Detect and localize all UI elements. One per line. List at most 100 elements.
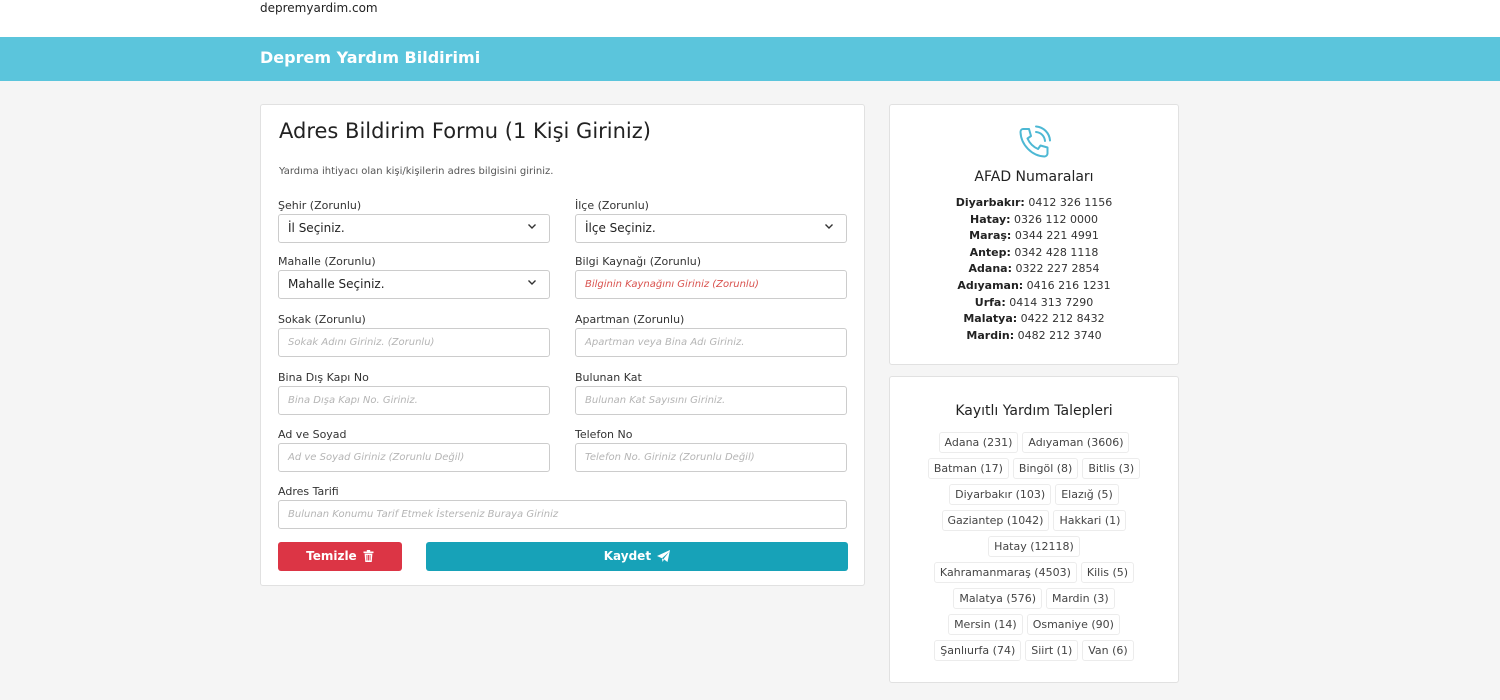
afad-phone: 0414 313 7290 — [1005, 295, 1094, 309]
neighborhood-select-value: Mahalle Seçiniz. — [288, 277, 385, 291]
phone-label: Telefon No — [575, 428, 633, 441]
help-request-chip[interactable]: Bitlis (3) — [1082, 458, 1141, 479]
afad-number-row: Urfa: 0414 313 7290 — [890, 295, 1178, 312]
street-input-placeholder: Sokak Adını Giriniz. (Zorunlu) — [288, 337, 435, 348]
help-request-chip[interactable]: Mardin (3) — [1046, 588, 1115, 609]
floor-input[interactable]: Bulunan Kat Sayısını Giriniz. — [575, 386, 847, 415]
site-name[interactable]: depremyardim.com — [260, 1, 378, 15]
help-request-chip[interactable]: Kahramanmaraş (4503) — [933, 562, 1077, 583]
help-request-chip[interactable]: Elazığ (5) — [1055, 484, 1119, 505]
floor-field: Bulunan Kat Bulunan Kat Sayısını Giriniz… — [575, 371, 847, 415]
afad-numbers-card: AFAD Numaraları Diyarbakır: 0412 326 115… — [889, 104, 1179, 365]
district-select[interactable]: İlçe Seçiniz. — [575, 214, 847, 243]
door-no-label: Bina Dış Kapı No — [278, 371, 369, 384]
chevron-down-icon — [824, 221, 834, 234]
help-requests-row: Hatay (12118) — [920, 533, 1148, 559]
neighborhood-select[interactable]: Mahalle Seçiniz. — [278, 270, 550, 299]
afad-title: AFAD Numaraları — [974, 169, 1094, 185]
district-select-value: İlçe Seçiniz. — [585, 221, 656, 235]
afad-number-row: Hatay: 0326 112 0000 — [890, 212, 1178, 229]
district-field: İlçe (Zorunlu) İlçe Seçiniz. — [575, 199, 847, 243]
trash-icon — [363, 544, 374, 573]
name-label: Ad ve Soyad — [278, 428, 347, 441]
help-request-chip[interactable]: Bingöl (8) — [1012, 458, 1079, 479]
apartment-field: Apartman (Zorunlu) Apartman veya Bina Ad… — [575, 313, 847, 357]
help-requests-row: Adana (231) Adıyaman (3606) — [920, 429, 1148, 455]
help-request-chip[interactable]: Adana (231) — [938, 432, 1019, 453]
help-request-chip[interactable]: Adıyaman (3606) — [1022, 432, 1130, 453]
city-select[interactable]: İl Seçiniz. — [278, 214, 550, 243]
clear-button-label: Temizle — [306, 549, 357, 563]
afad-city: Diyarbakır: — [955, 196, 1025, 209]
clear-button[interactable]: Temizle — [278, 542, 402, 571]
phone-input[interactable]: Telefon No. Giriniz (Zorunlu Değil) — [575, 443, 847, 472]
source-input[interactable]: Bilginin Kaynağını Giriniz (Zorunlu) — [575, 270, 847, 299]
help-request-chip[interactable]: Kilis (5) — [1080, 562, 1135, 583]
afad-city: Maraş: — [969, 229, 1012, 243]
afad-number-row: Maraş: 0344 221 4991 — [890, 228, 1178, 245]
directions-label: Adres Tarifi — [278, 485, 339, 498]
help-request-chip[interactable]: Hakkari (1) — [1053, 510, 1127, 531]
help-requests-card: Kayıtlı Yardım Talepleri Adana (231) Adıy… — [889, 376, 1179, 683]
neighborhood-label: Mahalle (Zorunlu) — [278, 255, 376, 268]
street-label: Sokak (Zorunlu) — [278, 313, 366, 326]
door-no-input[interactable]: Bina Dışa Kapı No. Giriniz. — [278, 386, 550, 415]
help-request-chip[interactable]: Batman (17) — [927, 458, 1009, 479]
apartment-input[interactable]: Apartman veya Bina Adı Giriniz. — [575, 328, 847, 357]
apartment-label: Apartman (Zorunlu) — [575, 313, 685, 326]
apartment-input-placeholder: Apartman veya Bina Adı Giriniz. — [585, 337, 745, 348]
afad-number-row: Mardin: 0482 212 3740 — [890, 328, 1178, 345]
floor-input-placeholder: Bulunan Kat Sayısını Giriniz. — [585, 395, 726, 406]
city-field: Şehir (Zorunlu) İl Seçiniz. — [278, 199, 550, 243]
help-request-chip[interactable]: Mersin (14) — [948, 614, 1023, 635]
directions-input[interactable]: Bulunan Konumu Tarif Etmek İsterseniz Bu… — [278, 500, 847, 529]
city-select-value: İl Seçiniz. — [288, 221, 345, 235]
neighborhood-field: Mahalle (Zorunlu) Mahalle Seçiniz. — [278, 255, 550, 299]
help-requests-row: Diyarbakır (103) Elazığ (5) — [920, 481, 1148, 507]
source-label: Bilgi Kaynağı (Zorunlu) — [575, 255, 702, 268]
name-input[interactable]: Ad ve Soyad Giriniz (Zorunlu Değil) — [278, 443, 550, 472]
afad-city: Adıyaman: — [957, 278, 1024, 292]
afad-phone: 0326 112 0000 — [1010, 212, 1099, 226]
afad-phone: 0344 221 4991 — [1011, 229, 1099, 243]
help-requests-list: Adana (231) Adıyaman (3606) Batman (17) Bin… — [920, 429, 1148, 663]
top-bar: depremyardim.com — [0, 0, 1500, 37]
afad-city: Antep: — [969, 245, 1011, 259]
afad-number-list: Diyarbakır: 0412 326 1156 Hatay: 0326 112… — [890, 195, 1178, 344]
help-request-chip[interactable]: Diyarbakır (103) — [949, 484, 1052, 505]
save-button-label: Kaydet — [603, 549, 652, 563]
page-header: Deprem Yardım Bildirimi — [0, 37, 1500, 81]
help-request-chip[interactable]: Siirt (1) — [1025, 640, 1079, 661]
help-requests-row: Gaziantep (1042) Hakkari (1) — [920, 507, 1148, 533]
door-no-input-placeholder: Bina Dışa Kapı No. Giriniz. — [288, 395, 418, 406]
name-input-placeholder: Ad ve Soyad Giriniz (Zorunlu Değil) — [288, 452, 465, 463]
help-request-chip[interactable]: Osmaniye (90) — [1026, 614, 1120, 635]
city-label: Şehir (Zorunlu) — [278, 199, 362, 212]
afad-phone: 0342 428 1118 — [1010, 245, 1099, 259]
afad-number-row: Diyarbakır: 0412 326 1156 — [890, 195, 1178, 212]
save-button[interactable]: Kaydet — [426, 542, 848, 571]
help-request-chip[interactable]: Şanlıurfa (74) — [934, 640, 1022, 661]
help-requests-row: Kahramanmaraş (4503) Kilis (5) — [920, 559, 1148, 585]
street-field: Sokak (Zorunlu) Sokak Adını Giriniz. (Zo… — [278, 313, 550, 357]
street-input[interactable]: Sokak Adını Giriniz. (Zorunlu) — [278, 328, 550, 357]
afad-city: Adana: — [968, 262, 1012, 276]
afad-city: Hatay: — [969, 212, 1011, 226]
help-requests-row: Batman (17) Bingöl (8) Bitlis (3) — [920, 455, 1148, 481]
phone-input-placeholder: Telefon No. Giriniz (Zorunlu Değil) — [585, 452, 755, 463]
help-request-chip[interactable]: Van (6) — [1082, 640, 1134, 661]
help-requests-row: Malatya (576) Mardin (3) — [920, 585, 1148, 611]
afad-number-row: Antep: 0342 428 1118 — [890, 245, 1178, 262]
page-header-title: Deprem Yardım Bildirimi — [260, 48, 481, 67]
name-field: Ad ve Soyad Ad ve Soyad Giriniz (Zorunlu… — [278, 428, 550, 472]
afad-number-row: Adıyaman: 0416 216 1231 — [890, 278, 1178, 295]
help-request-chip[interactable]: Malatya (576) — [953, 588, 1042, 609]
paper-plane-icon — [657, 544, 671, 573]
afad-phone: 0412 326 1156 — [1024, 196, 1113, 209]
afad-number-row: Adana: 0322 227 2854 — [890, 261, 1178, 278]
help-requests-row: Mersin (14) Osmaniye (90) — [920, 611, 1148, 637]
help-request-chip[interactable]: Gaziantep (1042) — [941, 510, 1050, 531]
help-request-chip[interactable]: Hatay (12118) — [988, 536, 1080, 557]
district-label: İlçe (Zorunlu) — [575, 199, 649, 212]
afad-city: Malatya: — [963, 312, 1018, 326]
